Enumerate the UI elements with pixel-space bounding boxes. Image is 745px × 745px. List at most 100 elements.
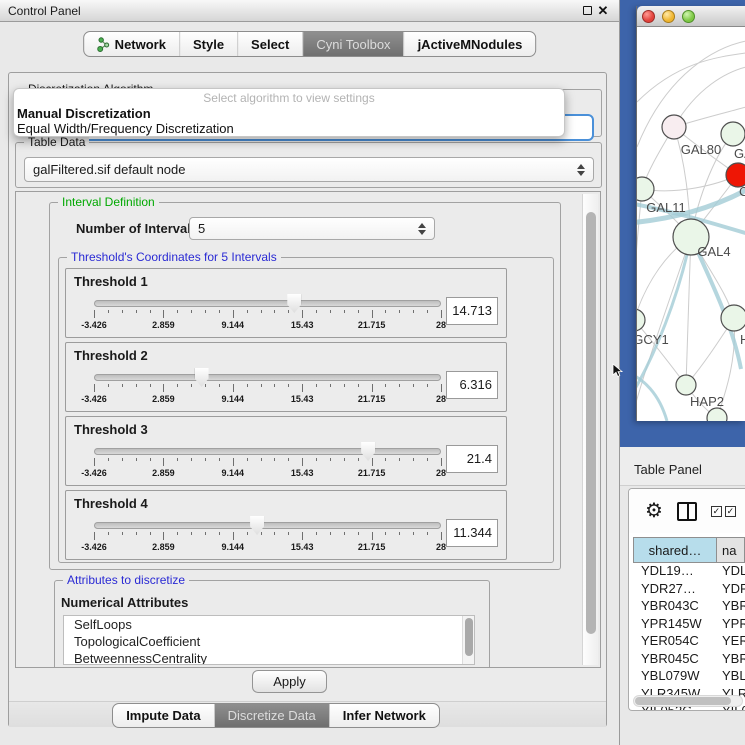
cell-shared-name[interactable]: YDL19…	[633, 563, 717, 581]
zoom-traffic-light-icon[interactable]	[682, 10, 695, 23]
tick-mark	[219, 310, 220, 313]
tick-mark	[122, 310, 123, 313]
slider-track[interactable]	[94, 300, 441, 307]
network-edge[interactable]	[674, 67, 745, 127]
column-header-shared-name[interactable]: shared…	[633, 537, 717, 563]
apply-button[interactable]: Apply	[252, 670, 327, 693]
network-edge[interactable]	[637, 373, 667, 421]
dropdown-option-equal-width-frequency[interactable]: Equal Width/Frequency Discretization	[14, 121, 564, 136]
table-row[interactable]: YBR045CYBR0	[633, 651, 745, 669]
threshold-slider[interactable]: -3.4262.8599.14415.4321.71528	[94, 441, 441, 485]
tick-label: 2.859	[152, 468, 175, 478]
panel-scrollbar-thumb[interactable]	[586, 212, 596, 634]
group-title: Attributes to discretize	[63, 573, 189, 587]
network-node[interactable]	[707, 408, 727, 421]
panel-scrollbar[interactable]	[582, 194, 598, 665]
tab-network[interactable]: Network	[84, 32, 180, 56]
tab-label: Select	[251, 37, 289, 52]
cell-shared-name[interactable]: YBR045C	[633, 651, 717, 669]
network-node[interactable]	[721, 122, 745, 146]
gear-icon[interactable]: ⚙	[645, 501, 663, 521]
slider-track[interactable]	[94, 448, 441, 455]
table-data-combobox[interactable]: galFiltered.sif default node	[24, 157, 594, 182]
table-horizontal-scrollbar-thumb[interactable]	[635, 697, 731, 705]
tick-label: 2.859	[152, 320, 175, 330]
close-traffic-light-icon[interactable]	[642, 10, 655, 23]
cell-shared-name[interactable]: YER054C	[633, 633, 717, 651]
threshold-value-field[interactable]: 14.713	[446, 297, 498, 325]
tab-style[interactable]: Style	[180, 32, 238, 56]
cell-shared-name[interactable]: YPR145W	[633, 616, 717, 634]
cell-name[interactable]: YBL0	[717, 668, 745, 686]
table-row[interactable]: YDR27…YDR2	[633, 581, 745, 599]
table-row[interactable]: YBL079WYBL0	[633, 668, 745, 686]
float-button[interactable]	[579, 4, 595, 18]
tick-mark	[358, 532, 359, 535]
table-horizontal-scrollbar[interactable]	[633, 695, 743, 707]
threshold-value-field[interactable]: 6.316	[446, 371, 498, 399]
tick-label: 2.859	[152, 394, 175, 404]
threshold-value-field[interactable]: 21.4	[446, 445, 498, 473]
threshold-coordinates-group: Threshold's Coordinates for 5 Intervals …	[58, 257, 554, 563]
table-row[interactable]: YDL19…YDL1	[633, 563, 745, 581]
tab-infer-network[interactable]: Infer Network	[330, 704, 439, 727]
network-node[interactable]	[676, 375, 696, 395]
attribute-list-item[interactable]: SelfLoops	[64, 616, 474, 633]
mouse-cursor	[612, 363, 624, 379]
tick-mark	[108, 458, 109, 461]
tick-mark	[136, 532, 137, 535]
cell-name[interactable]: YBR0	[717, 651, 745, 669]
network-edge[interactable]	[637, 53, 745, 102]
network-canvas[interactable]: GAL80GACGAL11GAL4GCY1HHAP2	[637, 27, 745, 421]
column-select-buttons[interactable]: ✓ ✓	[711, 506, 736, 517]
slider-track[interactable]	[94, 374, 441, 381]
threshold-slider[interactable]: -3.4262.8599.14415.4321.71528	[94, 293, 441, 337]
tab-jactivemnodules[interactable]: jActiveMNodules	[405, 32, 536, 56]
list-scrollbar[interactable]	[462, 616, 474, 664]
table-panel-title: Table Panel	[634, 462, 702, 477]
table-row[interactable]: YPR145WYPR1	[633, 616, 745, 634]
dropdown-option-manual-discretization[interactable]: Manual Discretization	[14, 106, 564, 121]
network-node[interactable]	[637, 309, 645, 331]
cell-shared-name[interactable]: YBL079W	[633, 668, 717, 686]
network-node[interactable]	[721, 305, 745, 331]
threshold-label: Threshold 2	[74, 348, 148, 363]
tab-discretize-data[interactable]: Discretize Data	[215, 704, 330, 727]
tick-mark	[358, 384, 359, 387]
tick-mark	[150, 532, 151, 535]
cell-shared-name[interactable]: YBR043C	[633, 598, 717, 616]
minimize-traffic-light-icon[interactable]	[662, 10, 675, 23]
cell-name[interactable]: YPR1	[717, 616, 745, 634]
tick-mark	[163, 532, 164, 540]
cell-name[interactable]: YDR2	[717, 581, 745, 599]
table-row[interactable]: YER054CYER0	[633, 633, 745, 651]
tick-label: 21.715	[358, 394, 386, 404]
cell-name[interactable]: YBR0	[717, 598, 745, 616]
cell-name[interactable]: YER0	[717, 633, 745, 651]
network-graph[interactable]: GAL80GACGAL11GAL4GCY1HHAP2	[637, 27, 745, 421]
split-view-icon[interactable]	[677, 502, 697, 521]
close-button[interactable]: ✕	[595, 3, 611, 19]
threshold-slider[interactable]: -3.4262.8599.14415.4321.71528	[94, 515, 441, 559]
attribute-list-item[interactable]: BetweennessCentrality	[64, 650, 474, 665]
table-row[interactable]: YBR043CYBR0	[633, 598, 745, 616]
tab-impute-data[interactable]: Impute Data	[113, 704, 214, 727]
tab-cyni-toolbox[interactable]: Cyni Toolbox	[303, 32, 404, 56]
column-header-name[interactable]: na	[717, 537, 745, 563]
tab-select[interactable]: Select	[238, 32, 303, 56]
cell-name[interactable]: YDL1	[717, 563, 745, 581]
slider-track[interactable]	[94, 522, 441, 529]
threshold-slider[interactable]: -3.4262.8599.14415.4321.71528	[94, 367, 441, 411]
number-of-intervals-combobox[interactable]: 5	[189, 217, 435, 240]
cell-shared-name[interactable]: YDR27…	[633, 581, 717, 599]
numerical-attributes-list[interactable]: SelfLoopsTopologicalCoefficientBetweenne…	[63, 615, 475, 665]
threshold-value-field[interactable]: 11.344	[446, 519, 498, 547]
node-label: GAL80	[681, 142, 721, 157]
tick-mark	[191, 458, 192, 461]
node-label: GAL11	[646, 200, 686, 215]
network-edge[interactable]	[642, 175, 738, 191]
network-node[interactable]	[662, 115, 686, 139]
tick-label: -3.426	[81, 468, 107, 478]
list-scrollbar-thumb[interactable]	[465, 618, 473, 656]
attribute-list-item[interactable]: TopologicalCoefficient	[64, 633, 474, 650]
